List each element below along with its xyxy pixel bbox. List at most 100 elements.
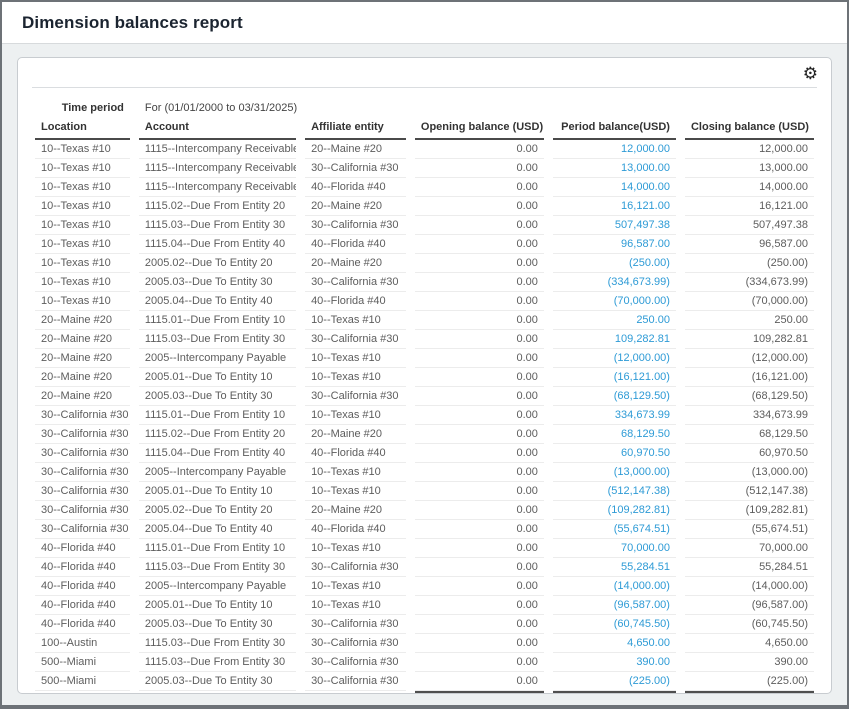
account-cell: 1115.03--Due From Entity 30: [139, 634, 296, 653]
table-row: 40--Florida #40 1115.03--Due From Entity…: [35, 558, 814, 577]
report-panel: ⚙ Time period For (01/01/2000 to 03/31/2…: [17, 57, 832, 694]
opening-balance-cell: 0.00: [415, 216, 544, 235]
affiliate-entity-cell: 20--Maine #20: [305, 197, 406, 216]
grand-total-spacer: [305, 691, 406, 694]
period-balance-link[interactable]: 109,282.81: [553, 330, 676, 349]
opening-balance-cell: 0.00: [415, 178, 544, 197]
period-balance-link[interactable]: (334,673.99): [553, 273, 676, 292]
period-balance-link[interactable]: 60,970.50: [553, 444, 676, 463]
affiliate-entity-cell: 30--California #30: [305, 558, 406, 577]
period-balance-link[interactable]: 390.00: [553, 653, 676, 672]
closing-balance-cell: (225.00): [685, 672, 814, 691]
location-cell: 10--Texas #10: [35, 235, 130, 254]
table-row: 10--Texas #10 2005.02--Due To Entity 20 …: [35, 254, 814, 273]
location-cell: 30--California #30: [35, 463, 130, 482]
period-balance-link[interactable]: 4,650.00: [553, 634, 676, 653]
account-cell: 1115.03--Due From Entity 30: [139, 216, 296, 235]
table-row: 10--Texas #10 1115--Intercompany Receiva…: [35, 140, 814, 159]
period-balance-link[interactable]: (96,587.00): [553, 596, 676, 615]
period-balance-link[interactable]: (68,129.50): [553, 387, 676, 406]
grand-total-spacer: [139, 691, 296, 694]
time-period-spacer: [415, 96, 814, 118]
period-balance-link[interactable]: (60,745.50): [553, 615, 676, 634]
opening-balance-cell: 0.00: [415, 292, 544, 311]
affiliate-entity-cell: 40--Florida #40: [305, 292, 406, 311]
account-cell: 1115.02--Due From Entity 20: [139, 197, 296, 216]
period-balance-link[interactable]: (70,000.00): [553, 292, 676, 311]
table-row: 10--Texas #10 1115--Intercompany Receiva…: [35, 178, 814, 197]
affiliate-entity-cell: 20--Maine #20: [305, 425, 406, 444]
location-cell: 20--Maine #20: [35, 368, 130, 387]
table-row: 20--Maine #20 2005.03--Due To Entity 30 …: [35, 387, 814, 406]
period-balance-link[interactable]: (14,000.00): [553, 577, 676, 596]
table-row: 10--Texas #10 1115.04--Due From Entity 4…: [35, 235, 814, 254]
period-balance-link[interactable]: 250.00: [553, 311, 676, 330]
report-toolbar: ⚙: [18, 58, 831, 87]
settings-gear-icon[interactable]: ⚙: [803, 66, 818, 83]
table-row: 500--Miami 2005.03--Due To Entity 30 30-…: [35, 672, 814, 691]
closing-balance-cell: 16,121.00: [685, 197, 814, 216]
period-balance-link[interactable]: 334,673.99: [553, 406, 676, 425]
closing-balance-cell: 96,587.00: [685, 235, 814, 254]
location-cell: 30--California #30: [35, 520, 130, 539]
period-balance-link[interactable]: (512,147.38): [553, 482, 676, 501]
column-header-row: Location Account Affiliate entity Openin…: [35, 118, 814, 140]
account-cell: 2005--Intercompany Payable: [139, 463, 296, 482]
opening-balance-cell: 0.00: [415, 615, 544, 634]
opening-balance-cell: 0.00: [415, 368, 544, 387]
closing-balance-cell: (12,000.00): [685, 349, 814, 368]
period-balance-link[interactable]: 70,000.00: [553, 539, 676, 558]
period-balance-link[interactable]: 55,284.51: [553, 558, 676, 577]
period-balance-link[interactable]: 14,000.00: [553, 178, 676, 197]
period-balance-link[interactable]: (225.00): [553, 672, 676, 691]
location-cell: 40--Florida #40: [35, 539, 130, 558]
column-header-opening-balance: Opening balance (USD): [415, 118, 544, 140]
opening-balance-cell: 0.00: [415, 311, 544, 330]
period-balance-link[interactable]: 507,497.38: [553, 216, 676, 235]
period-balance-link[interactable]: (55,674.51): [553, 520, 676, 539]
closing-balance-cell: 4,650.00: [685, 634, 814, 653]
affiliate-entity-cell: 30--California #30: [305, 615, 406, 634]
table-row: 10--Texas #10 1115.03--Due From Entity 3…: [35, 216, 814, 235]
opening-balance-cell: 0.00: [415, 653, 544, 672]
closing-balance-cell: (109,282.81): [685, 501, 814, 520]
table-row: 20--Maine #20 1115.03--Due From Entity 3…: [35, 330, 814, 349]
account-cell: 2005.01--Due To Entity 10: [139, 368, 296, 387]
closing-balance-cell: 12,000.00: [685, 140, 814, 159]
period-balance-link[interactable]: 13,000.00: [553, 159, 676, 178]
period-balance-link[interactable]: 16,121.00: [553, 197, 676, 216]
affiliate-entity-cell: 10--Texas #10: [305, 463, 406, 482]
period-balance-link[interactable]: 68,129.50: [553, 425, 676, 444]
period-balance-link[interactable]: 96,587.00: [553, 235, 676, 254]
closing-balance-cell: (70,000.00): [685, 292, 814, 311]
account-cell: 1115.01--Due From Entity 10: [139, 406, 296, 425]
location-cell: 10--Texas #10: [35, 273, 130, 292]
location-cell: 40--Florida #40: [35, 615, 130, 634]
table-row: 500--Miami 1115.03--Due From Entity 30 3…: [35, 653, 814, 672]
period-balance-link[interactable]: (12,000.00): [553, 349, 676, 368]
grand-total-row: Grand total 0.00 0.00 0.00: [35, 691, 814, 694]
period-balance-link[interactable]: (16,121.00): [553, 368, 676, 387]
time-period-label: Time period: [35, 96, 130, 118]
location-cell: 10--Texas #10: [35, 216, 130, 235]
account-cell: 2005.04--Due To Entity 40: [139, 292, 296, 311]
opening-balance-cell: 0.00: [415, 387, 544, 406]
period-balance-link[interactable]: (109,282.81): [553, 501, 676, 520]
period-balance-link[interactable]: (250.00): [553, 254, 676, 273]
table-row: 30--California #30 2005.01--Due To Entit…: [35, 482, 814, 501]
account-cell: 2005.01--Due To Entity 10: [139, 596, 296, 615]
account-cell: 1115.03--Due From Entity 30: [139, 330, 296, 349]
affiliate-entity-cell: 30--California #30: [305, 273, 406, 292]
report-table-body: 10--Texas #10 1115--Intercompany Receiva…: [35, 140, 814, 691]
affiliate-entity-cell: 40--Florida #40: [305, 235, 406, 254]
period-balance-link[interactable]: 12,000.00: [553, 140, 676, 159]
opening-balance-cell: 0.00: [415, 558, 544, 577]
table-row: 20--Maine #20 2005.01--Due To Entity 10 …: [35, 368, 814, 387]
account-cell: 2005.02--Due To Entity 20: [139, 254, 296, 273]
affiliate-entity-cell: 20--Maine #20: [305, 254, 406, 273]
closing-balance-cell: (14,000.00): [685, 577, 814, 596]
period-balance-link[interactable]: (13,000.00): [553, 463, 676, 482]
location-cell: 10--Texas #10: [35, 292, 130, 311]
opening-balance-cell: 0.00: [415, 425, 544, 444]
location-cell: 40--Florida #40: [35, 558, 130, 577]
